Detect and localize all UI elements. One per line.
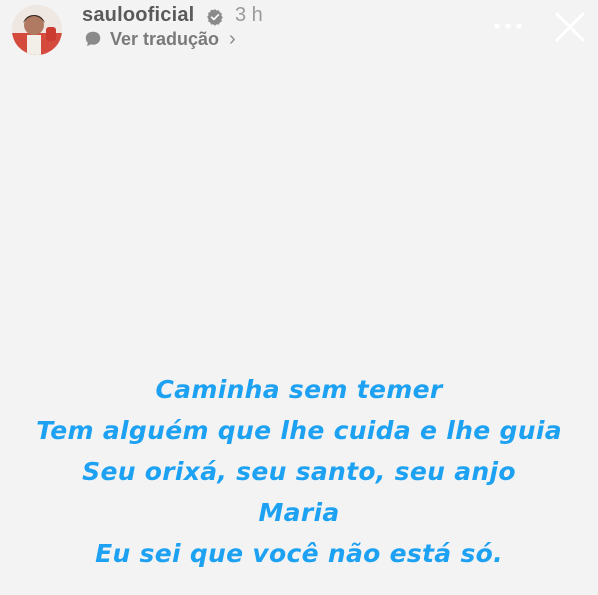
story-text-line: Maria [258,498,340,527]
story-text-line: Seu orixá, seu santo, seu anjo [82,457,516,486]
translate-bubble-icon [85,31,101,47]
verified-badge-icon [207,9,223,26]
avatar-photo [12,5,62,55]
story-text-line: Eu sei que você não está só. [95,539,503,568]
more-options-button[interactable] [488,10,528,42]
story-text-line: Caminha sem temer [155,375,443,404]
avatar[interactable] [12,5,62,55]
story-header: saulooficial 3 h Ver tradução › [0,0,598,60]
story-view[interactable]: saulooficial 3 h Ver tradução › Caminha … [0,0,598,595]
story-text: Caminha sem temer Tem alguém que lhe cui… [0,369,598,574]
post-time: 3 h [235,4,263,26]
see-translation-button[interactable]: Ver tradução › [84,28,236,50]
story-text-line: Tem alguém que lhe cuida e lhe guia [36,416,562,445]
more-dots-icon [494,23,522,29]
username[interactable]: saulooficial [82,4,194,27]
chevron-right-icon: › [229,27,236,50]
close-icon[interactable] [550,7,590,47]
see-translation-label: Ver tradução [110,28,220,49]
